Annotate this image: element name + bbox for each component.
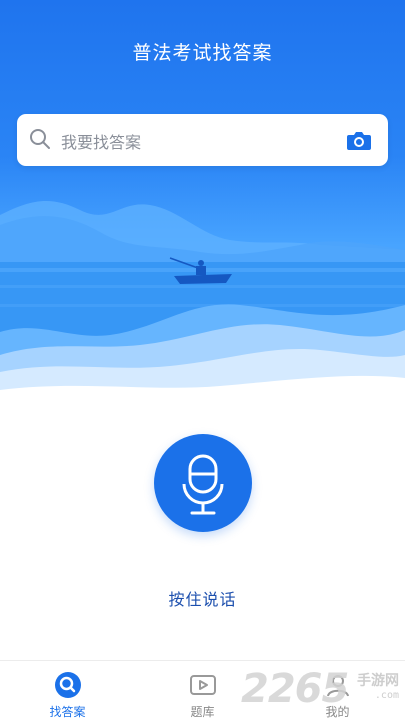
camera-icon[interactable] xyxy=(346,128,372,152)
nav-tab-question-bank[interactable]: 题库 xyxy=(135,661,270,721)
microphone-icon xyxy=(182,454,224,515)
nav-label: 我的 xyxy=(325,705,350,719)
app-title: 普法考试找答案 xyxy=(132,42,273,64)
voice-record-button[interactable] xyxy=(154,434,252,532)
search-box[interactable]: 我要找答案 xyxy=(17,114,388,166)
search-icon xyxy=(30,129,50,149)
nav-label: 找答案 xyxy=(49,705,86,719)
play-icon xyxy=(190,675,216,695)
nav-tab-find-answer[interactable]: 找答案 xyxy=(0,661,135,721)
person-icon xyxy=(327,675,349,697)
hero-banner: 普法考试找答案 我要找答案 xyxy=(0,0,405,410)
nav-label: 题库 xyxy=(190,705,215,719)
nav-tab-mine[interactable]: 我的 xyxy=(270,661,405,721)
bottom-nav: 找答案 题库 我的 xyxy=(0,660,405,721)
search-placeholder[interactable]: 我要找答案 xyxy=(61,129,141,153)
search-icon xyxy=(55,672,81,698)
hold-to-talk-label: 按住说话 xyxy=(168,590,237,609)
